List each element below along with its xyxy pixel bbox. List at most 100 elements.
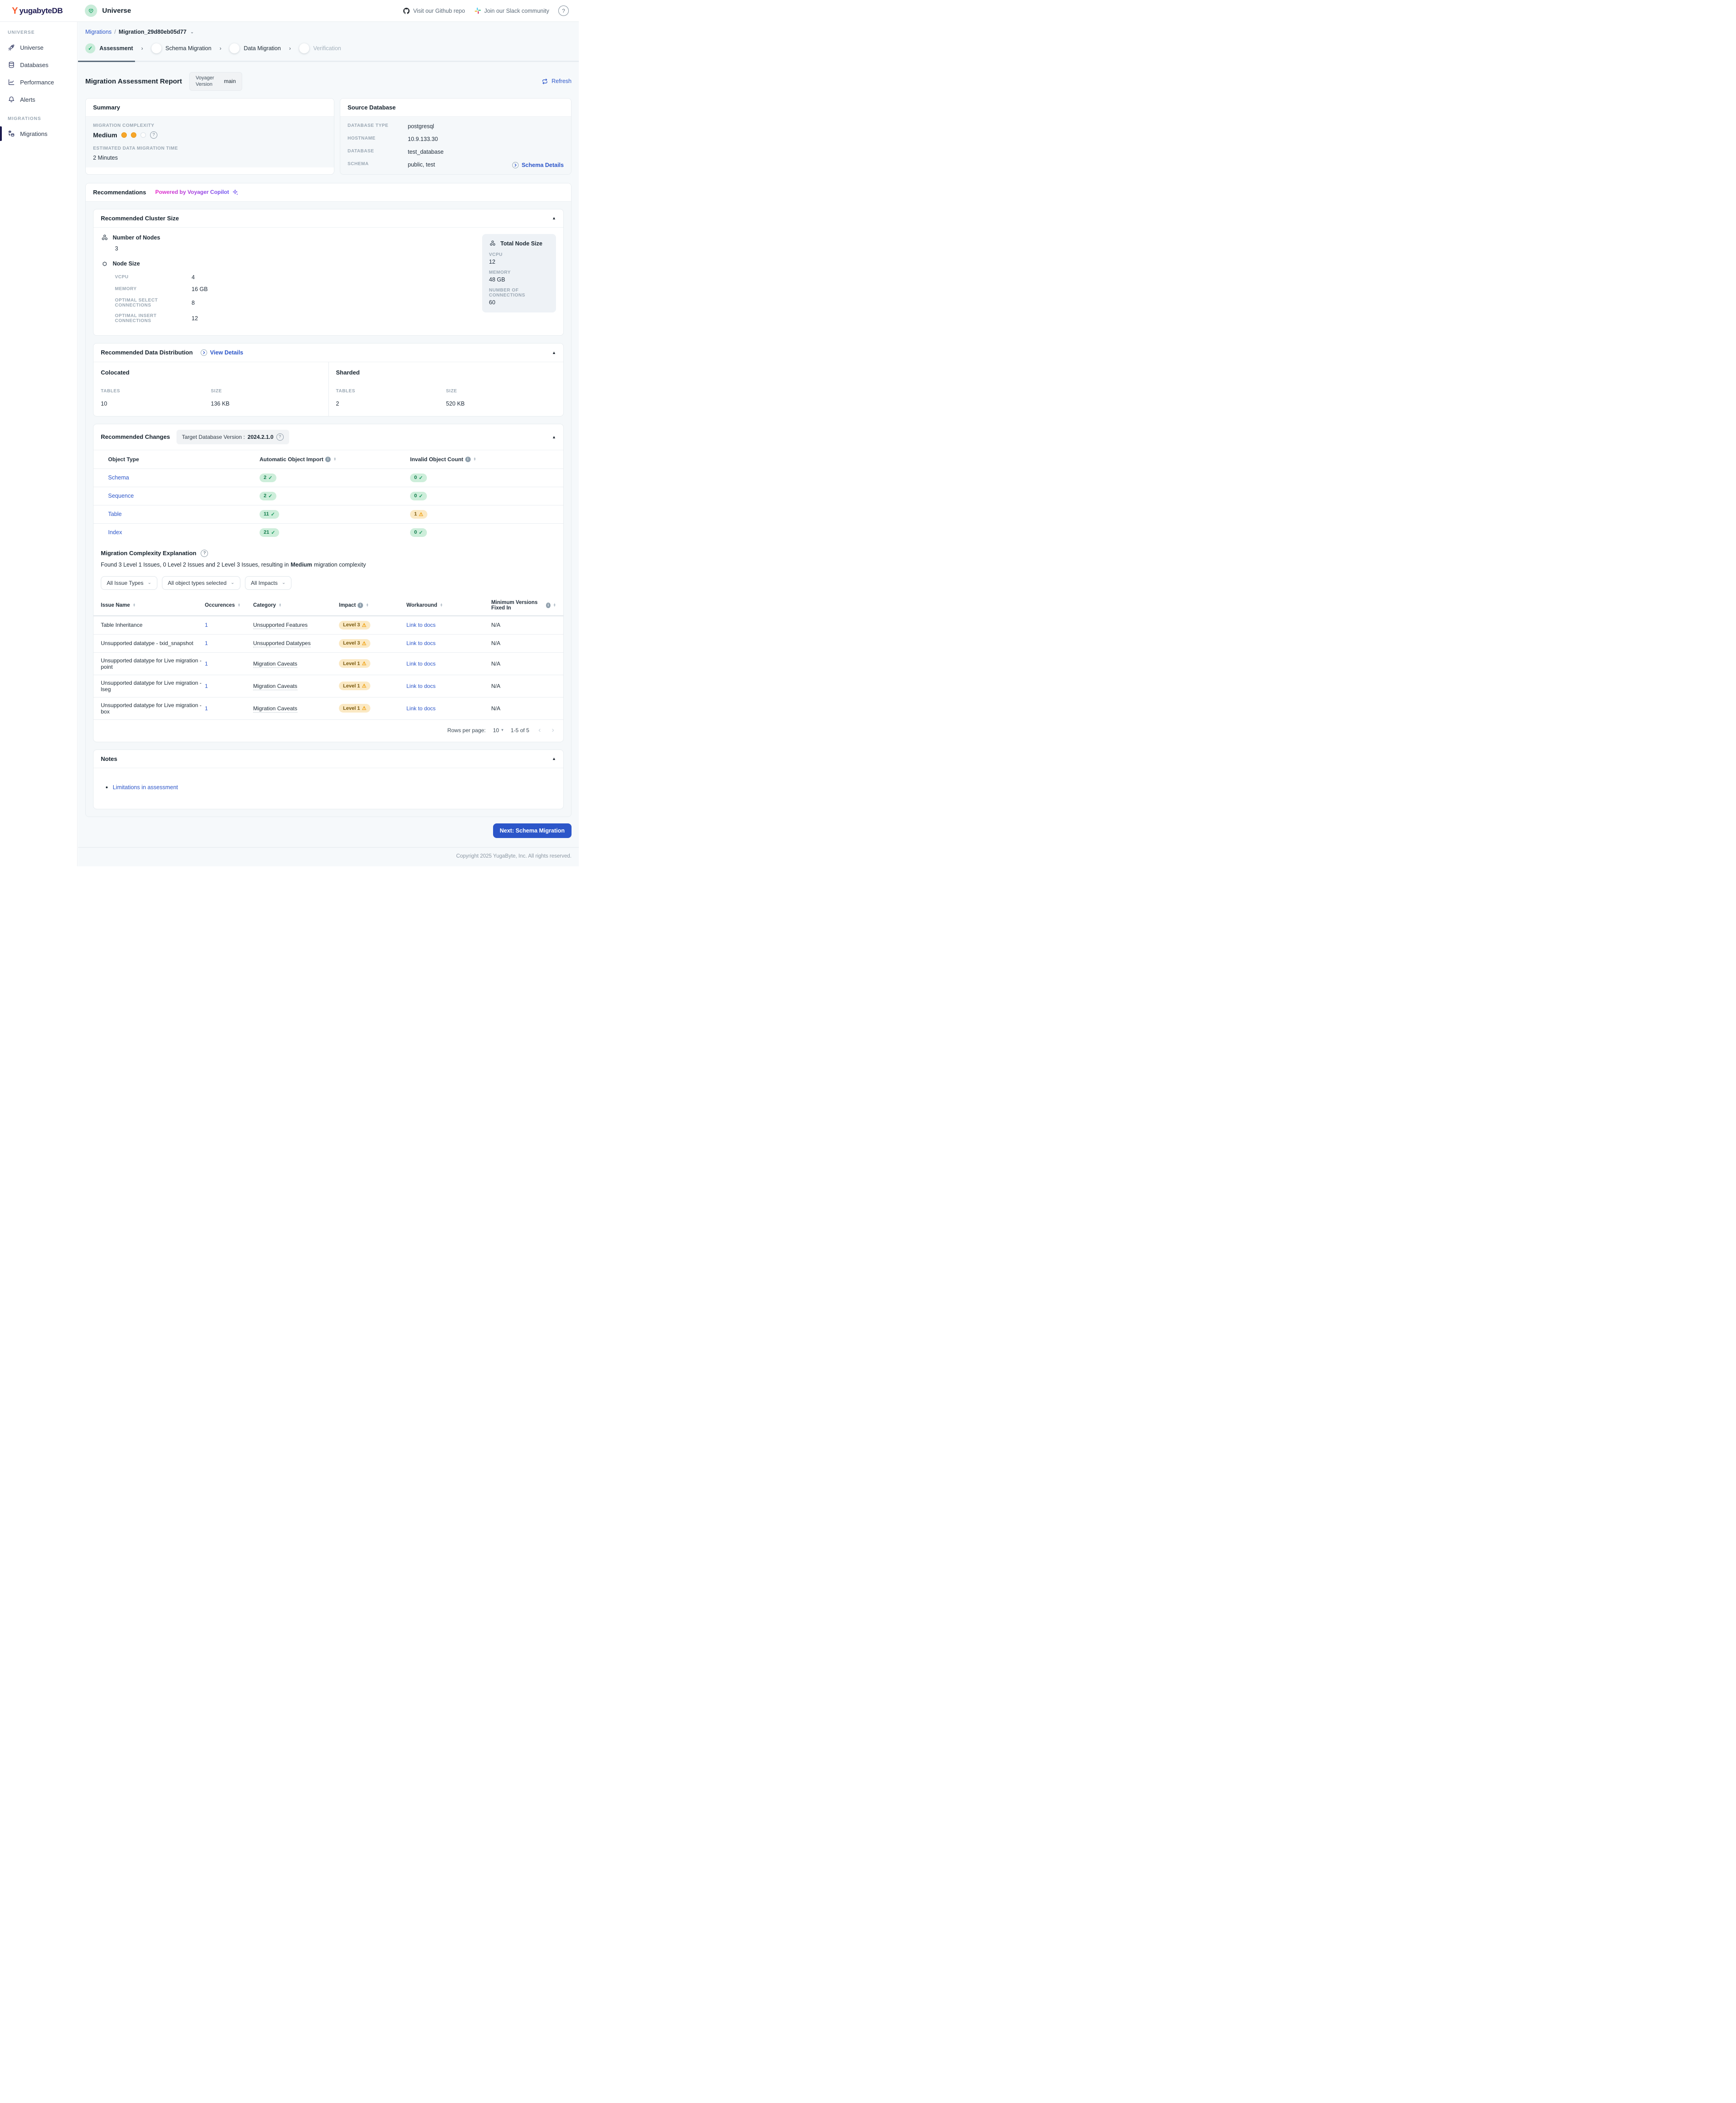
sidebar-item-label: Performance	[20, 79, 54, 86]
step-data-migration[interactable]: Data Migration	[229, 43, 281, 53]
object-type-link[interactable]: Index	[101, 529, 260, 536]
col-issue-name[interactable]: Issue Name▲▼	[101, 603, 205, 608]
slack-link[interactable]: Join our Slack community	[474, 7, 549, 14]
complexity-explanation: Migration Complexity Explanation ? Found…	[94, 541, 563, 592]
issue-name: Unsupported datatype - txid_snapshot	[101, 640, 205, 646]
warning-icon: ⚠	[362, 683, 366, 689]
workaround-link[interactable]: Link to docs	[406, 661, 491, 667]
page-heading: Universe	[85, 5, 131, 17]
sort-icon: ▲▼	[279, 604, 281, 607]
workaround-link[interactable]: Link to docs	[406, 705, 491, 712]
github-link[interactable]: Visit our Github repo	[403, 7, 465, 15]
step-assessment[interactable]: ✓ Assessment	[85, 43, 133, 53]
complexity-explanation-help-icon[interactable]: ?	[201, 550, 208, 557]
refresh-button[interactable]: Refresh	[541, 78, 572, 85]
info-icon[interactable]: i	[325, 457, 331, 462]
col-impact[interactable]: Impacti▲▼	[339, 603, 406, 608]
view-details-link[interactable]: View Details	[200, 349, 244, 356]
size-value: 136 KB	[211, 401, 321, 407]
footer: Copyright 2025 YugaByte, Inc. All rights…	[78, 847, 579, 866]
object-type-link[interactable]: Schema	[101, 474, 260, 481]
step-schema-migration[interactable]: Schema Migration	[151, 43, 212, 53]
database-label: DATABASE	[348, 149, 408, 155]
schema-details-link[interactable]: Schema Details	[512, 161, 564, 169]
col-automatic-import[interactable]: Automatic Object Import i ▲▼	[260, 456, 410, 463]
report-content: Migration Assessment Report Voyager Vers…	[78, 62, 579, 839]
col-object-type[interactable]: Object Type	[101, 456, 260, 463]
sidebar-item-migrations[interactable]: Migrations	[0, 125, 77, 142]
insert-conn-value: 12	[192, 315, 198, 322]
db-type-label: DATABASE TYPE	[348, 123, 408, 130]
recommended-changes-card: Recommended Changes Target Database Vers…	[93, 424, 564, 742]
total-vcpu-value: 12	[489, 259, 549, 265]
collapse-caret-icon[interactable]: ▲	[552, 216, 556, 220]
issue-category[interactable]: Unsupported Datatypes	[253, 640, 311, 647]
col-occurrences[interactable]: Occurences▲▼	[205, 603, 253, 608]
workaround-link[interactable]: Link to docs	[406, 640, 491, 646]
tables-label: TABLES	[336, 389, 355, 394]
issue-category[interactable]: Migration Caveats	[253, 683, 297, 690]
occurrences-link[interactable]: 1	[205, 640, 253, 646]
workaround-link[interactable]: Link to docs	[406, 683, 491, 689]
sidebar-item-databases[interactable]: Databases	[0, 56, 77, 73]
insert-conn-row: OPTIMAL INSERT CONNECTIONS12	[101, 311, 556, 326]
prev-page-icon[interactable]: ‹	[536, 726, 542, 734]
issue-category[interactable]: Unsupported Features	[253, 622, 307, 629]
filter-object-types[interactable]: All object types selected⌄	[162, 576, 240, 590]
help-icon[interactable]: ?	[558, 5, 569, 16]
occurrences-link[interactable]: 1	[205, 683, 253, 689]
collapse-caret-icon[interactable]: ▲	[552, 435, 556, 439]
summary-card-body: MIGRATION COMPLEXITY Medium ? ESTIMATED …	[86, 117, 334, 167]
issue-name: Unsupported datatype for Live migration …	[101, 657, 205, 670]
next-schema-migration-button[interactable]: Next: Schema Migration	[493, 823, 572, 838]
rows-per-page-select[interactable]: 10 ▾	[493, 727, 504, 734]
occurrences-link[interactable]: 1	[205, 622, 253, 628]
top-bar: Y yugabyteDB Universe Visit our Github r…	[0, 0, 579, 22]
step-separator-icon: ›	[141, 45, 143, 52]
object-row-sequence: Sequence 2✓ 0✓	[94, 487, 563, 505]
complexity-help-icon[interactable]: ?	[150, 131, 157, 139]
chevron-down-icon[interactable]: ⌄	[190, 30, 194, 35]
sidebar-item-universe[interactable]: Universe	[0, 39, 77, 56]
filter-impacts[interactable]: All Impacts⌄	[245, 576, 291, 590]
total-connections-label: NUMBER OF CONNECTIONS	[489, 288, 549, 298]
sort-icon[interactable]: ▲▼	[473, 458, 476, 461]
object-type-link[interactable]: Table	[101, 511, 260, 517]
complexity-dot-filled	[131, 132, 136, 138]
collapse-caret-icon[interactable]: ▲	[552, 350, 556, 355]
col-min-versions[interactable]: Minimum Versions Fixed Ini▲▼	[491, 600, 556, 611]
object-type-link[interactable]: Sequence	[101, 493, 260, 499]
occurrences-link[interactable]: 1	[205, 661, 253, 667]
github-icon	[403, 7, 410, 15]
impact-badge: Level 3⚠	[339, 621, 370, 630]
sidebar-item-performance[interactable]: Performance	[0, 73, 77, 91]
filter-issue-types[interactable]: All Issue Types⌄	[101, 576, 157, 590]
sidebar-item-alerts[interactable]: Alerts	[0, 91, 77, 108]
workaround-link[interactable]: Link to docs	[406, 622, 491, 628]
yugabytedb-logo[interactable]: Y yugabyteDB	[0, 6, 78, 16]
memory-value: 16 GB	[192, 286, 208, 292]
data-distribution-header: Recommended Data Distribution View Detai…	[94, 344, 563, 362]
col-invalid-count[interactable]: Invalid Object Count i ▲▼	[410, 456, 556, 463]
info-icon[interactable]: i	[465, 457, 471, 462]
target-db-version-label: Target Database Version :	[182, 434, 245, 440]
check-icon: ✓	[268, 475, 272, 481]
sidebar-item-label: Universe	[20, 44, 43, 51]
database-icon	[8, 61, 15, 68]
col-workaround[interactable]: Workaround▲▼	[406, 603, 491, 608]
sort-icon: ▲▼	[553, 604, 556, 607]
step-verification[interactable]: Verification	[299, 43, 341, 53]
breadcrumb-current[interactable]: Migration_29d80eb05d77	[119, 29, 187, 35]
issue-category[interactable]: Migration Caveats	[253, 661, 297, 668]
target-version-help-icon[interactable]: ?	[276, 433, 284, 441]
issue-row: Unsupported datatype for Live migration …	[94, 698, 563, 720]
collapse-caret-icon[interactable]: ▲	[552, 756, 556, 761]
limitations-link[interactable]: Limitations in assessment	[113, 784, 178, 791]
issue-category[interactable]: Migration Caveats	[253, 705, 297, 713]
occurrences-link[interactable]: 1	[205, 705, 253, 712]
next-page-icon[interactable]: ›	[550, 726, 556, 734]
breadcrumb-migrations-link[interactable]: Migrations	[85, 29, 112, 35]
sort-icon[interactable]: ▲▼	[333, 458, 336, 461]
col-category[interactable]: Category▲▼	[253, 603, 339, 608]
schema-label: SCHEMA	[348, 161, 408, 168]
